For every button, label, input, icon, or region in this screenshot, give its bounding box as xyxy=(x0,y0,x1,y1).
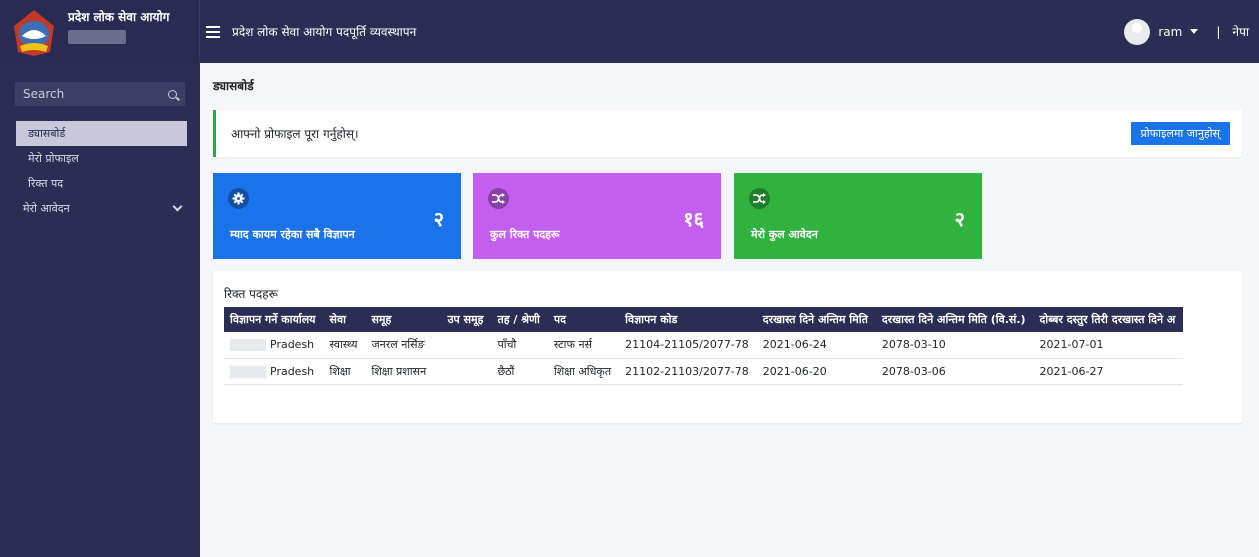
chevron-down-icon xyxy=(172,201,183,212)
office-name-redacted xyxy=(230,365,266,378)
cell-service: शिक्षा xyxy=(323,358,366,385)
shuffle-icon xyxy=(749,188,770,209)
col-deadline[interactable]: दरखास्त दिने अन्तिम मिति xyxy=(757,307,876,332)
cell-group: जनरल नर्सिङ xyxy=(365,332,442,359)
cell-subgroup xyxy=(441,332,492,359)
cell-post: स्टाफ नर्स xyxy=(547,332,620,359)
stat-card-active-ads[interactable]: २ म्याद कायम रहेका सबै विज्ञापन xyxy=(213,173,461,259)
col-ad-code[interactable]: विज्ञापन कोड xyxy=(619,307,757,332)
vacancies-table: विज्ञापन गर्ने कार्यालय सेवा समूह उप समू… xyxy=(224,307,1184,385)
sidebar-item-dashboard[interactable]: ड्यासबोर्ड xyxy=(16,121,187,146)
user-avatar[interactable] xyxy=(1124,18,1151,45)
alert-text: आफ्नो प्रोफाइल पूरा गर्नुहोस्। xyxy=(231,127,359,141)
cell-ad-code: 21104-21105/2077-78 xyxy=(619,332,757,359)
stat-card-my-applications[interactable]: २ मेरो कुल आवेदन xyxy=(734,173,982,259)
top-navbar: प्रदेश लोक सेवा आयोग प्रदेश लोक सेवा आयो… xyxy=(0,0,1259,63)
main-content: ड्यासबोर्ड आफ्नो प्रोफाइल पूरा गर्नुहोस्… xyxy=(200,63,1259,557)
cell-level: पाँचौ xyxy=(491,332,548,359)
card-value: २ xyxy=(433,207,444,231)
stat-card-total-vacancies[interactable]: १६ कुल रिक्त पदहरू xyxy=(473,173,721,259)
vacancies-table-card: रिक्त पदहरू विज्ञापन गर्ने कार्यालय सेवा… xyxy=(213,271,1242,423)
sidebar-item-label: मेरो आवेदन xyxy=(23,202,70,215)
user-name[interactable]: ram xyxy=(1158,25,1182,39)
go-to-profile-button[interactable]: प्रोफाइलमा जानुहोस् xyxy=(1130,122,1230,145)
chevron-down-icon[interactable] xyxy=(1190,29,1199,34)
col-office[interactable]: विज्ञापन गर्ने कार्यालय xyxy=(224,307,324,332)
sidebar-item-my-applications[interactable]: मेरो आवेदन xyxy=(10,196,187,221)
office-name-redacted xyxy=(230,339,266,352)
cell-office: Pradesh xyxy=(270,338,315,352)
card-value: १६ xyxy=(683,207,704,231)
card-label: कुल रिक्त पदहरू xyxy=(490,228,560,241)
cell-post: शिक्षा अधिकृत xyxy=(547,358,620,385)
cell-deadline: 2021-06-24 xyxy=(756,332,876,359)
menu-toggle-icon[interactable] xyxy=(206,25,220,38)
card-value: २ xyxy=(954,207,965,231)
table-row[interactable]: Pradesh स्वास्थ्य जनरल नर्सिङ पाँचौ स्टा… xyxy=(224,332,1184,359)
cell-ad-code: 21102-21103/2077-78 xyxy=(619,358,757,385)
profile-alert: आफ्नो प्रोफाइल पूरा गर्नुहोस्। प्रोफाइलम… xyxy=(213,110,1242,157)
cell-office: Pradesh xyxy=(270,364,315,378)
col-level[interactable]: तह / श्रेणी xyxy=(491,307,547,332)
sidebar-item-vacancies[interactable]: रिक्त पद xyxy=(16,171,187,196)
cell-service: स्वास्थ्य xyxy=(323,332,366,359)
cell-subgroup xyxy=(441,358,492,385)
brand-subtitle-redacted xyxy=(68,30,126,44)
shuffle-icon xyxy=(488,188,509,209)
sidebar-item-profile[interactable]: मेरो प्रोफाइल xyxy=(16,146,187,171)
col-post[interactable]: पद xyxy=(548,307,619,332)
col-double-fee-deadline[interactable]: दोब्बर दस्तुर तिरी दरखास्त दिने अ xyxy=(1034,307,1184,332)
sidebar: ड्यासबोर्ड मेरो प्रोफाइल रिक्त पद मेरो आ… xyxy=(0,63,200,557)
cell-level: छैठौं xyxy=(491,358,548,385)
language-switcher[interactable]: नेपा xyxy=(1232,23,1249,40)
search-input[interactable] xyxy=(23,87,153,101)
brand-title: प्रदेश लोक सेवा आयोग xyxy=(68,10,170,24)
cell-group: शिक्षा प्रशासन xyxy=(365,358,442,385)
card-label: मेरो कुल आवेदन xyxy=(751,228,818,241)
separator: | xyxy=(1216,24,1221,39)
cell-deadline: 2021-06-20 xyxy=(756,358,876,385)
table-row[interactable]: Pradesh शिक्षा शिक्षा प्रशासन छैठौं शिक्… xyxy=(224,358,1184,385)
card-label: म्याद कायम रहेका सबै विज्ञापन xyxy=(230,228,355,241)
cell-deadline-bs: 2078-03-10 xyxy=(875,332,1034,359)
logo-emblem xyxy=(10,8,58,58)
cell-double-fee-deadline: 2021-07-01 xyxy=(1033,332,1184,359)
sidebar-search xyxy=(15,82,185,106)
col-service[interactable]: सेवा xyxy=(324,307,366,332)
search-icon[interactable] xyxy=(168,89,177,99)
brand[interactable]: प्रदेश लोक सेवा आयोग xyxy=(0,0,200,63)
cell-double-fee-deadline: 2021-06-27 xyxy=(1033,358,1184,385)
col-group[interactable]: समूह xyxy=(365,307,441,332)
gear-icon xyxy=(228,188,249,209)
app-title: प्रदेश लोक सेवा आयोग पदपूर्ति व्यवस्थापन xyxy=(232,25,417,39)
col-subgroup[interactable]: उप समूह xyxy=(441,307,491,332)
cell-deadline-bs: 2078-03-06 xyxy=(875,358,1034,385)
table-title: रिक्त पदहरू xyxy=(224,287,278,301)
page-title: ड्यासबोर्ड xyxy=(213,79,254,93)
col-deadline-bs[interactable]: दरखास्त दिने अन्तिम मिति (वि.सं.) xyxy=(876,307,1034,332)
table-header-row: विज्ञापन गर्ने कार्यालय सेवा समूह उप समू… xyxy=(224,307,1184,332)
